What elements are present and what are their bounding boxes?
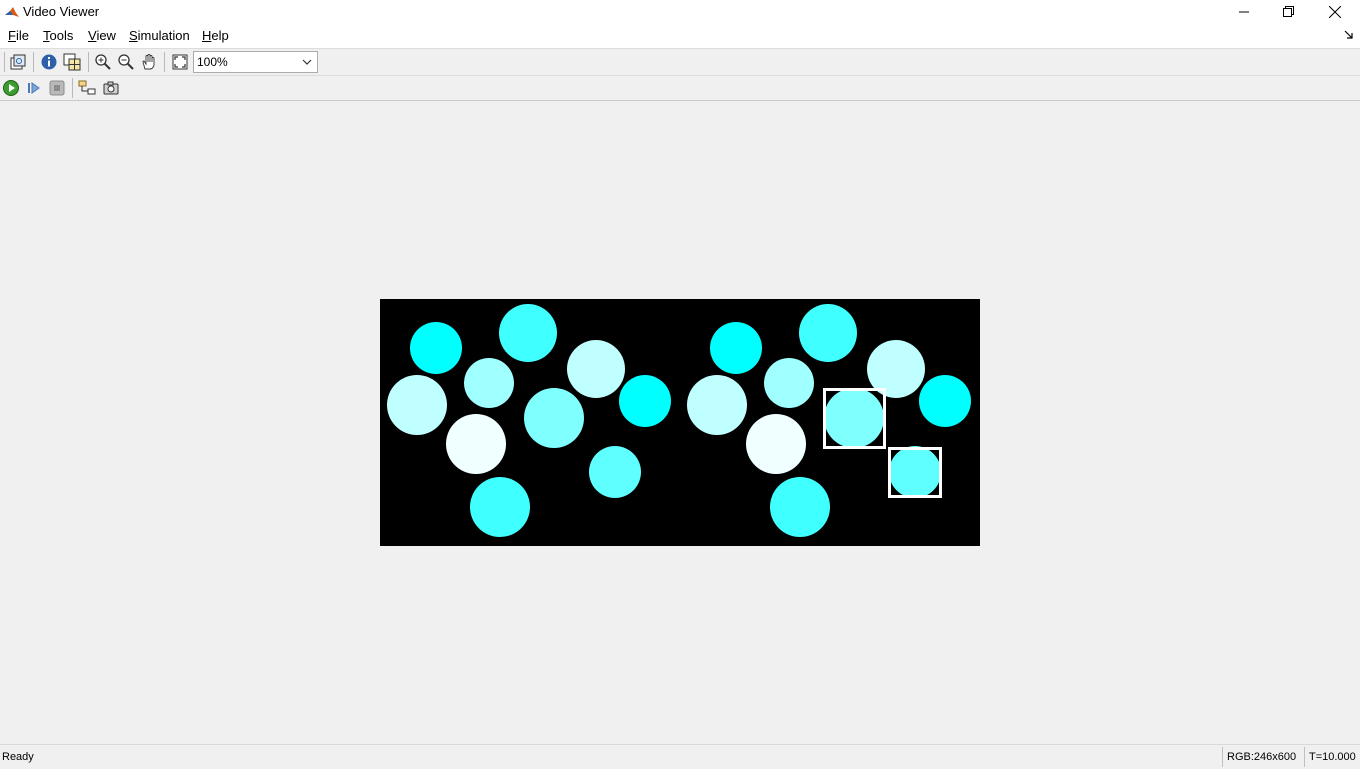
zoom-in-icon — [95, 54, 111, 70]
toolbar-separator — [164, 52, 165, 72]
pan-hand-icon — [142, 54, 155, 70]
blob — [889, 446, 941, 498]
step-forward-icon — [28, 82, 40, 94]
close-button[interactable] — [1312, 0, 1358, 24]
blob — [770, 477, 830, 537]
close-icon — [1329, 6, 1341, 18]
snapshot-icon — [103, 81, 119, 95]
minimize-button[interactable] — [1221, 0, 1267, 24]
simulation-toolbar — [0, 76, 1360, 101]
chevron-down-icon — [302, 59, 312, 65]
blob — [499, 304, 557, 362]
blob — [619, 375, 671, 427]
blob — [799, 304, 857, 362]
run-button[interactable] — [1, 78, 21, 98]
blob — [410, 322, 462, 374]
menu-simulation[interactable]: Simulation — [129, 28, 190, 43]
pixel-region-button[interactable] — [62, 52, 82, 72]
menu-view[interactable]: View — [88, 28, 116, 43]
image-dimensions: RGB:246x600 — [1222, 747, 1302, 767]
video-frame[interactable] — [380, 299, 980, 546]
snapshot-button[interactable] — [101, 78, 121, 98]
zoom-out-button[interactable] — [116, 52, 136, 72]
blob — [764, 358, 814, 408]
highlight-model-icon — [78, 80, 96, 95]
toolbar-separator — [72, 78, 73, 98]
menu-file[interactable]: File — [8, 28, 29, 43]
zoom-out-icon — [118, 54, 134, 70]
blob — [524, 388, 584, 448]
simulation-time: T=10.000 — [1304, 747, 1360, 767]
stop-icon — [49, 80, 65, 96]
toolbar-grip — [4, 52, 5, 72]
blob — [446, 414, 506, 474]
run-icon — [3, 80, 19, 96]
minimize-icon — [1239, 11, 1249, 13]
blob — [589, 446, 641, 498]
menu-bar: File Tools View Simulation Help — [0, 24, 1360, 49]
blob — [567, 340, 625, 398]
blob — [687, 375, 747, 435]
step-forward-button[interactable] — [24, 78, 44, 98]
window-title: Video Viewer — [23, 4, 100, 19]
fit-to-view-button[interactable] — [170, 52, 190, 72]
status-bar: Ready RGB:246x600 T=10.000 — [0, 744, 1360, 769]
zoom-level-select[interactable]: 100% — [193, 51, 318, 73]
fit-to-view-icon — [172, 54, 188, 70]
info-button[interactable] — [39, 52, 59, 72]
title-bar: Video Viewer — [0, 0, 1360, 24]
print-to-figure-button[interactable] — [8, 52, 28, 72]
blob — [470, 477, 530, 537]
restore-button[interactable] — [1266, 0, 1312, 24]
blob — [746, 414, 806, 474]
zoom-in-button[interactable] — [93, 52, 113, 72]
status-text: Ready — [2, 751, 34, 763]
blob — [464, 358, 514, 408]
menu-help[interactable]: Help — [202, 28, 229, 43]
restore-icon — [1283, 6, 1294, 17]
stop-button[interactable] — [47, 78, 67, 98]
menu-tools[interactable]: Tools — [43, 28, 73, 43]
zoom-level-value: 100% — [197, 55, 228, 69]
pixel-region-icon — [63, 53, 81, 71]
undock-arrow-icon[interactable] — [1344, 30, 1354, 40]
pan-button[interactable] — [139, 52, 159, 72]
info-icon — [41, 54, 57, 70]
toolbar-separator — [88, 52, 89, 72]
print-to-figure-icon — [10, 54, 26, 70]
toolbar-separator — [33, 52, 34, 72]
video-image — [387, 304, 971, 537]
blob — [387, 375, 447, 435]
highlight-model-button[interactable] — [77, 78, 97, 98]
blob — [919, 375, 971, 427]
matlab-icon — [5, 7, 19, 17]
blob — [824, 388, 884, 448]
blob — [710, 322, 762, 374]
